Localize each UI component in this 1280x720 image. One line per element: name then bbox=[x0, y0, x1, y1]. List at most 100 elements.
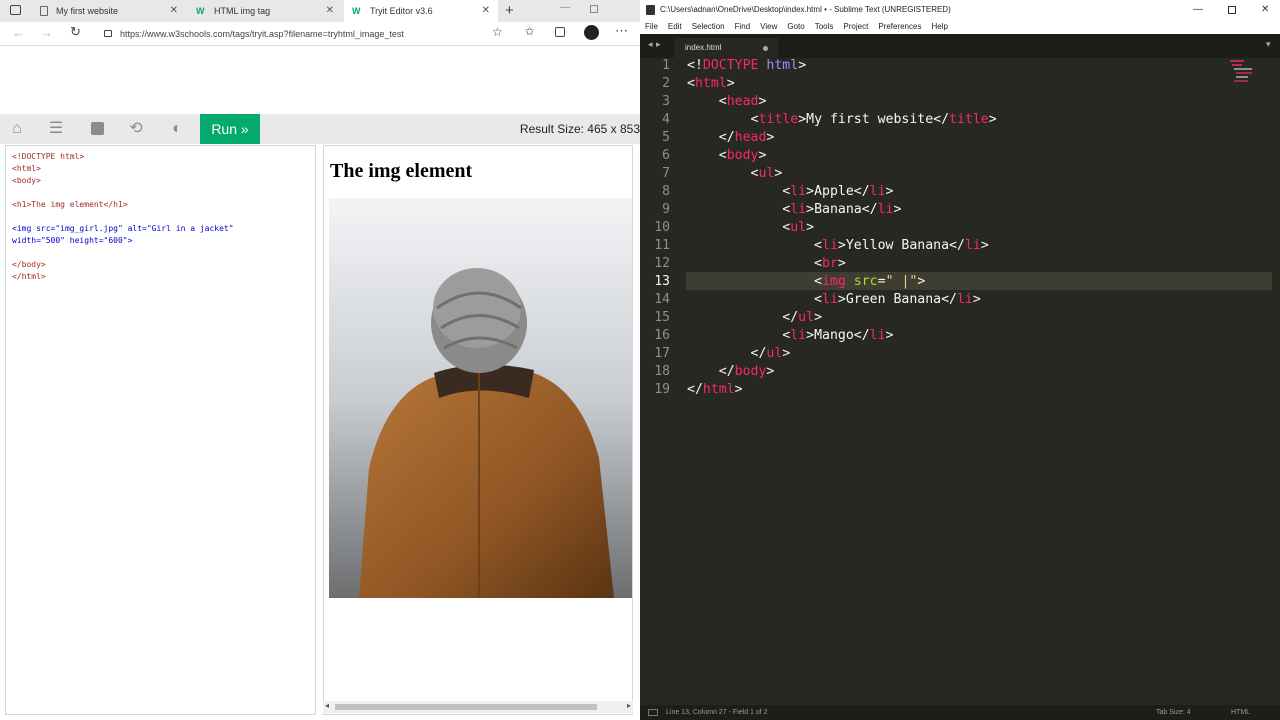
tab-title: index.html bbox=[685, 43, 722, 52]
theme-toggle-icon[interactable]: ◐ bbox=[168, 120, 186, 138]
menu-help[interactable]: Help bbox=[926, 20, 952, 34]
minimize-icon[interactable]: — bbox=[560, 2, 570, 13]
refresh-icon[interactable]: ↻ bbox=[70, 24, 81, 40]
code-line: </body> bbox=[718, 364, 775, 379]
code-line: <img src="img_girl.jpg" alt="Girl in a j… bbox=[12, 224, 234, 233]
tab-size-indicator[interactable]: Tab Size: 4 bbox=[1156, 705, 1191, 720]
code-line: <title>My first website</title> bbox=[750, 112, 997, 127]
menu-project[interactable]: Project bbox=[838, 20, 873, 34]
tab-nav-right-icon[interactable]: ▸ bbox=[656, 39, 661, 50]
w3schools-icon: W bbox=[352, 6, 361, 16]
menu-goto[interactable]: Goto bbox=[782, 20, 809, 34]
code-line: <html> bbox=[687, 76, 735, 91]
browser-tab-bar: My first website ✕ W HTML img tag ✕ W Tr… bbox=[0, 0, 640, 22]
sublime-text-window: C:\Users\adnan\OneDrive\Desktop\index.ht… bbox=[640, 0, 1280, 720]
cursor-position: Line 13, Column 27 - Field 1 of 2 bbox=[666, 709, 768, 716]
back-arrow-icon[interactable]: ← bbox=[12, 25, 25, 40]
editor-tab-index-html[interactable]: index.html bbox=[674, 38, 778, 58]
menu-find[interactable]: Find bbox=[730, 20, 756, 34]
unsaved-dot-icon[interactable] bbox=[763, 46, 768, 51]
code-line: <head> bbox=[718, 94, 767, 109]
menu-icon[interactable]: ☰ bbox=[47, 120, 65, 138]
editor-tab-bar: ◂ ▸ index.html ▾ bbox=[640, 34, 1280, 58]
scroll-left-arrow-icon[interactable]: ◂ bbox=[325, 701, 329, 710]
menu-selection[interactable]: Selection bbox=[687, 20, 730, 34]
scroll-right-arrow-icon[interactable]: ▸ bbox=[627, 701, 631, 710]
run-button[interactable]: Run » bbox=[200, 114, 260, 144]
code-line: <html> bbox=[12, 164, 41, 173]
favorites-icon[interactable]: ✩ bbox=[525, 25, 534, 38]
tab-nav-left-icon[interactable]: ◂ bbox=[648, 39, 653, 50]
lock-icon bbox=[104, 30, 112, 37]
close-icon[interactable]: ✕ bbox=[482, 5, 490, 16]
menu-view[interactable]: View bbox=[755, 20, 782, 34]
menu-file[interactable]: File bbox=[640, 20, 663, 34]
close-icon[interactable]: ✕ bbox=[170, 5, 178, 16]
maximize-icon[interactable] bbox=[590, 5, 598, 13]
url-field[interactable]: https://www.w3schools.com/tags/tryit.asp… bbox=[96, 25, 516, 43]
horizontal-scrollbar[interactable]: ◂ ▸ bbox=[323, 701, 633, 713]
code-editor[interactable]: <!DOCTYPE html> <html> <body> <h1>The img … bbox=[5, 145, 316, 715]
browser-window: My first website ✕ W HTML img tag ✕ W Tr… bbox=[0, 0, 640, 720]
close-icon[interactable]: ✕ bbox=[326, 5, 334, 16]
maximize-icon[interactable] bbox=[1228, 6, 1236, 14]
forward-arrow-icon[interactable]: → bbox=[40, 25, 53, 40]
close-icon[interactable]: ✕ bbox=[1261, 0, 1269, 20]
menu-tools[interactable]: Tools bbox=[810, 20, 839, 34]
minimap[interactable] bbox=[1230, 58, 1258, 88]
panel-toggle-icon[interactable] bbox=[648, 709, 658, 716]
save-icon[interactable] bbox=[88, 120, 106, 138]
minimize-icon[interactable]: — bbox=[1193, 0, 1203, 20]
code-line: </ul> bbox=[750, 346, 791, 361]
code-line: <!DOCTYPE html> bbox=[12, 152, 85, 161]
code-line: <h1>The img element</h1> bbox=[12, 200, 128, 209]
rotate-orientation-icon[interactable]: ⟲ bbox=[127, 120, 145, 138]
menu-edit[interactable]: Edit bbox=[663, 20, 687, 34]
syntax-indicator[interactable]: HTML bbox=[1231, 705, 1250, 720]
scrollbar-thumb[interactable] bbox=[335, 704, 597, 710]
result-frame: The img element bbox=[323, 145, 633, 715]
code-area[interactable]: <!DOCTYPE html> <html> <head> <title>My f… bbox=[640, 58, 1280, 705]
sublime-logo-icon bbox=[646, 5, 655, 15]
tab-dropdown-icon[interactable]: ▾ bbox=[1266, 39, 1271, 50]
tab-my-first-website[interactable]: My first website ✕ bbox=[32, 0, 186, 22]
code-line: <li>Mango</li> bbox=[782, 328, 894, 343]
tab-html-img-tag[interactable]: W HTML img tag ✕ bbox=[188, 0, 342, 22]
status-bar: Line 13, Column 27 - Field 1 of 2 Tab Si… bbox=[640, 705, 1280, 720]
code-line: </head> bbox=[718, 130, 775, 145]
tab-actions-icon[interactable] bbox=[10, 5, 21, 15]
girl-in-jacket-image bbox=[329, 198, 632, 598]
result-size-label: Result Size: 465 x 853 bbox=[519, 122, 640, 136]
code-line: <img src=" |"> bbox=[814, 274, 926, 289]
w3schools-icon: W bbox=[196, 6, 205, 16]
menu-bar: File Edit Selection Find View Goto Tools… bbox=[640, 20, 1280, 34]
code-line: <br> bbox=[814, 256, 846, 271]
window-title-bar: C:\Users\adnan\OneDrive\Desktop\index.ht… bbox=[640, 0, 1280, 20]
code-line: <body> bbox=[12, 176, 41, 185]
code-line: </html> bbox=[687, 382, 743, 397]
home-icon[interactable]: ⌂ bbox=[8, 120, 26, 138]
window-title: C:\Users\adnan\OneDrive\Desktop\index.ht… bbox=[660, 5, 951, 14]
code-line: </body> bbox=[12, 260, 46, 269]
code-line: </ul> bbox=[782, 310, 823, 325]
favorite-star-icon[interactable]: ☆ bbox=[492, 25, 503, 39]
tab-tryit-editor[interactable]: W Tryit Editor v3.6 ✕ bbox=[344, 0, 498, 22]
new-tab-button[interactable]: + bbox=[505, 2, 514, 19]
code-line: </html> bbox=[12, 272, 46, 281]
collections-icon[interactable] bbox=[555, 27, 565, 37]
profile-avatar[interactable] bbox=[584, 25, 599, 40]
code-line: <li>Banana</li> bbox=[782, 202, 902, 217]
code-line: <ul> bbox=[750, 166, 783, 181]
code-line: width="500" height="600"> bbox=[12, 236, 133, 245]
page-icon bbox=[40, 6, 48, 16]
code-line: <li>Green Banana</li> bbox=[814, 292, 981, 307]
tab-title: HTML img tag bbox=[214, 6, 271, 16]
result-heading: The img element bbox=[330, 160, 473, 182]
menu-preferences[interactable]: Preferences bbox=[873, 20, 926, 34]
code-line: <li>Yellow Banana</li> bbox=[814, 238, 989, 253]
more-menu-icon[interactable]: ⋯ bbox=[615, 23, 628, 39]
url-text: https://www.w3schools.com/tags/tryit.asp… bbox=[120, 29, 404, 39]
